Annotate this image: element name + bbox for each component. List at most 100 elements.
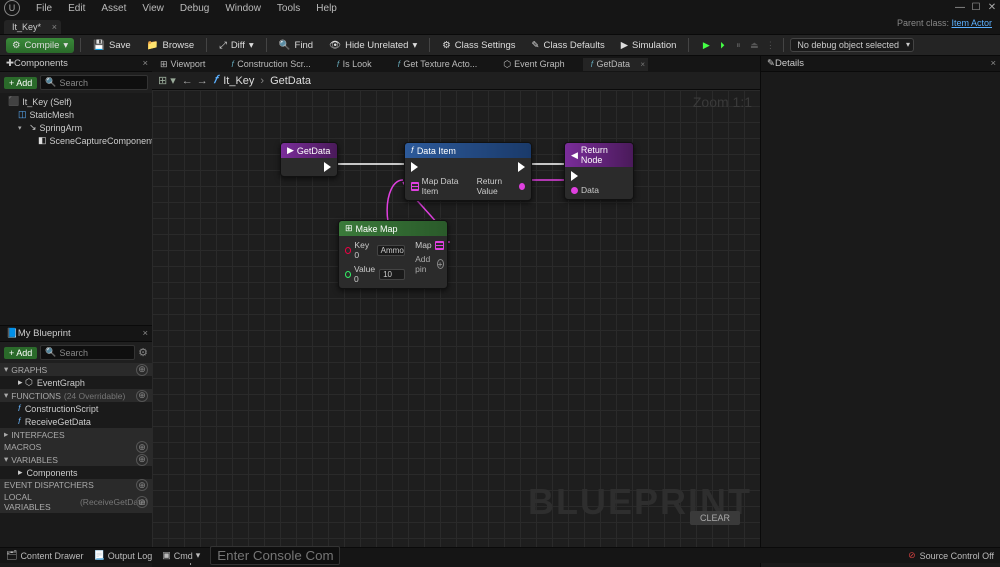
my-blueprint-search[interactable]: 🔍 Search (40, 345, 135, 360)
hide-unrelated-button[interactable]: 👁 Hide Unrelated ▾ (323, 38, 423, 53)
component-static-mesh[interactable]: ◫ StaticMesh (0, 108, 152, 121)
document-tab[interactable]: It_Key* × (4, 20, 61, 34)
tab-get-texture-actor[interactable]: 𝑓 Get Texture Acto... (390, 58, 496, 71)
data-pin[interactable]: Data (571, 185, 599, 195)
graph-canvas[interactable]: Zoom 1:1 BLUEPRINT ▶ GetData (152, 90, 760, 553)
parent-class-link[interactable]: Item Actor (951, 18, 992, 28)
functions-section[interactable]: ▾ Functions (24 Overridable)⊕ (0, 389, 152, 402)
local-variables-section[interactable]: Local Variables (ReceiveGetData)⊕ (0, 491, 152, 513)
debug-object-selector[interactable]: No debug object selected (790, 38, 914, 52)
exec-in-pin[interactable] (571, 171, 599, 181)
menu-file[interactable]: File (28, 3, 60, 14)
breadcrumb-function[interactable]: GetData (270, 75, 311, 87)
simulation-button[interactable]: ▶ Simulation (615, 38, 683, 53)
close-icon[interactable]: × (52, 22, 57, 32)
macros-section[interactable]: Macros⊕ (0, 441, 152, 453)
construction-script-item[interactable]: 𝑓 ConstructionScript (0, 402, 152, 415)
value0-input[interactable]: 10 (379, 269, 405, 280)
map-data-item-pin[interactable]: Map Data Item (411, 176, 467, 196)
value0-pin[interactable]: Value 0 10 (345, 264, 405, 284)
node-getdata-entry[interactable]: ▶ GetData (280, 142, 338, 177)
play-step-button[interactable]: ⏵ (715, 38, 729, 52)
details-panel-header: ✎ Details × (761, 56, 1000, 72)
save-button[interactable]: 💾 Save (87, 38, 137, 53)
component-scene-capture[interactable]: ◧ SceneCaptureComponent2D (0, 134, 152, 147)
key0-input[interactable]: Ammo (377, 245, 405, 256)
add-graph-icon[interactable]: ⊕ (136, 364, 148, 376)
my-blueprint-title: My Blueprint (18, 328, 71, 339)
exec-out-pin[interactable] (518, 162, 525, 172)
menu-edit[interactable]: Edit (60, 3, 93, 14)
output-log-button[interactable]: 📃 Output Log (93, 550, 152, 561)
component-root[interactable]: ⬛ It_Key (Self) (0, 95, 152, 108)
class-defaults-button[interactable]: ✎ Class Defaults (526, 38, 611, 53)
close-icon[interactable]: × (640, 60, 645, 69)
map-out-pin[interactable]: Map (415, 240, 444, 250)
add-function-icon[interactable]: ⊕ (136, 390, 148, 402)
menu-help[interactable]: Help (308, 3, 345, 14)
menu-bar: U File Edit Asset View Debug Window Tool… (0, 0, 1000, 16)
tab-event-graph[interactable]: ⬡ Event Graph (495, 58, 582, 71)
tab-construction-script[interactable]: 𝑓 Construction Scr... (223, 58, 328, 71)
add-variable-icon[interactable]: ⊕ (136, 454, 148, 466)
graphs-section[interactable]: ▾ Graphs⊕ (0, 363, 152, 376)
menu-window[interactable]: Window (217, 3, 269, 14)
close-icon[interactable]: × (142, 328, 148, 339)
add-blueprint-button[interactable]: + Add (4, 347, 37, 359)
clear-button[interactable]: CLEAR (690, 511, 740, 525)
diff-button[interactable]: ⤢ Diff ▾ (213, 38, 259, 53)
nav-fwd-button[interactable]: → (197, 75, 208, 87)
event-graph-item[interactable]: ▸ ⬡ EventGraph (0, 376, 152, 389)
add-macro-icon[interactable]: ⊕ (136, 441, 148, 453)
components-variable[interactable]: ▸ Components (0, 466, 152, 479)
grid-icon[interactable]: ⊞ ▾ (158, 74, 176, 87)
gear-icon[interactable]: ⚙ (138, 346, 148, 359)
node-data-item[interactable]: 𝑓 Data Item Map Data Item Return Value (404, 142, 532, 201)
component-spring-arm[interactable]: ▾↘ SpringArm (0, 121, 152, 134)
components-search[interactable]: 🔍 Search (40, 75, 148, 90)
event-dispatchers-section[interactable]: Event Dispatchers⊕ (0, 479, 152, 491)
menu-tools[interactable]: Tools (269, 3, 308, 14)
browse-button[interactable]: 📁 Browse (141, 38, 201, 53)
tab-is-look[interactable]: 𝑓 Is Look (329, 58, 390, 71)
breadcrumb-asset[interactable]: It_Key (223, 75, 254, 87)
maximize-button[interactable]: ☐ (968, 0, 984, 14)
class-settings-button[interactable]: ⚙ Class Settings (436, 38, 521, 53)
interfaces-section[interactable]: ▸ Interfaces (0, 428, 152, 441)
exec-in-pin[interactable] (411, 162, 467, 172)
console-command-input[interactable] (210, 546, 340, 565)
my-blueprint-panel-header: 📘 My Blueprint × (0, 326, 152, 342)
node-header: ◀ Return Node (565, 143, 633, 167)
tab-viewport[interactable]: ⊞ Viewport (152, 58, 223, 71)
menu-asset[interactable]: Asset (93, 3, 134, 14)
compile-button[interactable]: ⚙ Compile ▾ (6, 38, 74, 53)
play-options-button[interactable]: ⋮ (763, 38, 777, 52)
add-local-var-icon[interactable]: ⊕ (136, 496, 148, 508)
cmd-dropdown[interactable]: ▣ Cmd ▾ (162, 550, 200, 561)
node-make-map[interactable]: ⊞ Make Map Key 0 Ammo Value 0 10 Map Add… (338, 220, 448, 289)
close-button[interactable]: ✕ (984, 0, 1000, 14)
add-component-button[interactable]: + Add (4, 77, 37, 89)
source-control-button[interactable]: ⊘Source Control Off (908, 550, 994, 561)
pause-button[interactable]: ⏸ (731, 38, 745, 52)
menu-view[interactable]: View (134, 3, 172, 14)
minimize-button[interactable]: — (952, 0, 968, 14)
play-button[interactable]: ▶ (699, 38, 713, 52)
content-drawer-button[interactable]: 🗂 Content Drawer (6, 550, 83, 561)
menu-debug[interactable]: Debug (172, 3, 217, 14)
receive-get-data-item[interactable]: 𝑓 ReceiveGetData (0, 415, 152, 428)
close-icon[interactable]: × (990, 58, 996, 69)
add-dispatcher-icon[interactable]: ⊕ (136, 479, 148, 491)
nav-back-button[interactable]: ← (182, 75, 193, 87)
exec-out-pin[interactable] (324, 162, 331, 172)
tab-get-data[interactable]: 𝑓 GetData× (583, 58, 648, 71)
return-value-pin[interactable]: Return Value (477, 176, 525, 196)
close-icon[interactable]: × (142, 58, 148, 69)
variables-section[interactable]: ▾ Variables⊕ (0, 453, 152, 466)
key0-pin[interactable]: Key 0 Ammo (345, 240, 405, 260)
node-return[interactable]: ◀ Return Node Data (564, 142, 634, 200)
add-pin-button[interactable]: Add pin+ (415, 254, 444, 274)
find-button[interactable]: 🔍 Find (273, 38, 319, 53)
main-toolbar: ⚙ Compile ▾ 💾 Save 📁 Browse ⤢ Diff ▾ 🔍 F… (0, 34, 1000, 56)
stop-button[interactable]: ⏏ (747, 38, 761, 52)
